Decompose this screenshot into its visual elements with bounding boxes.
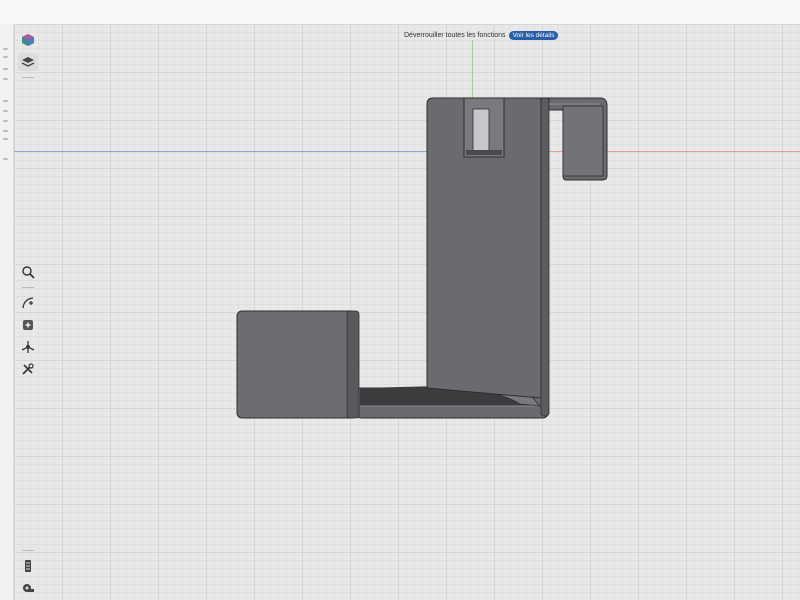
- view-details-button[interactable]: Voir les détails: [508, 31, 559, 40]
- layers-icon[interactable]: [18, 53, 38, 71]
- unlock-banner: Déverrouiller toutes les fonctions Voir …: [404, 30, 559, 41]
- toolbar-divider: [22, 77, 34, 78]
- measure-icon[interactable]: [18, 579, 38, 597]
- tools-icon[interactable]: [18, 360, 38, 378]
- transform-icon[interactable]: [18, 338, 38, 356]
- sketch-curve-icon[interactable]: [18, 294, 38, 312]
- hook-model[interactable]: [0, 0, 800, 600]
- add-box-icon[interactable]: [18, 316, 38, 334]
- search-icon[interactable]: [18, 263, 38, 281]
- toolbar-top: [17, 31, 39, 80]
- banner-message: Déverrouiller toutes les fonctions: [404, 32, 506, 39]
- toolbar-bottom: [17, 548, 39, 597]
- toolbar-tools: [17, 263, 39, 378]
- toolbar-divider: [22, 287, 34, 288]
- model-left-block: [236, 310, 357, 419]
- timeline-icon[interactable]: [18, 557, 38, 575]
- toolbar-divider: [22, 550, 34, 551]
- view-cube-icon[interactable]: [18, 31, 38, 49]
